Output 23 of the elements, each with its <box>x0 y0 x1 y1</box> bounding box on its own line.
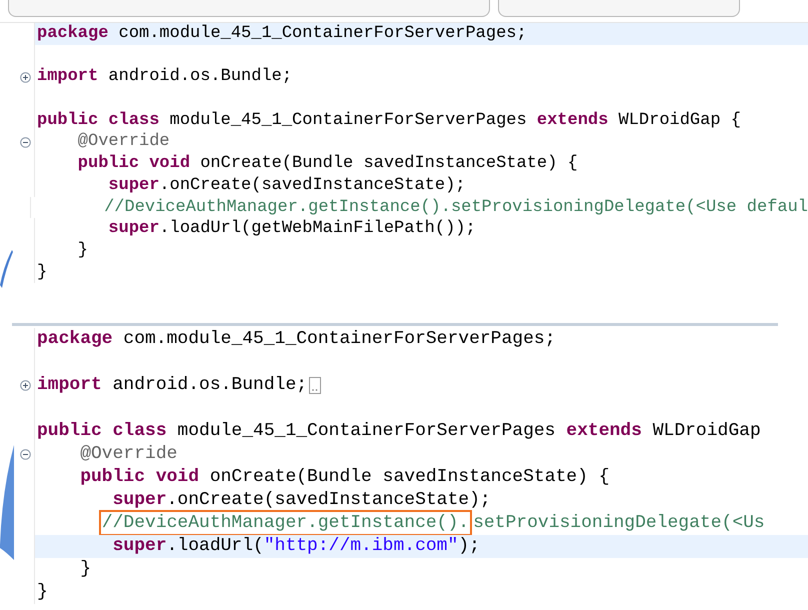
code-line: //DeviceAuthManager.getInstance().setProvisioningDelegate(<Use defaul <box>103 196 808 218</box>
code-line: import android.os.Bundle; <box>35 374 808 398</box>
code-line: public class module_45_1_ContainerForServerPages extends WLDroidGap { <box>36 110 742 132</box>
collapse-icon[interactable] <box>20 449 30 460</box>
code-line: //DeviceAuthManager.getInstance(). setProvisioningDelegate(<Us <box>35 512 808 536</box>
expand-icon[interactable] <box>20 380 30 392</box>
code-line: super.loadUrl(getWebMainFilePath()); <box>107 218 477 240</box>
code-line: public void onCreate(Bundle savedInstanceState) { <box>79 466 610 490</box>
code-line: public void onCreate(Bundle savedInstanceState) { <box>76 153 579 175</box>
code-line: @Override <box>76 131 171 154</box>
expand-icon[interactable] <box>20 72 30 83</box>
code-line: public class module_45_1_ContainerForServerPages extends WLDroidGap <box>36 420 762 444</box>
code-line: } <box>36 262 48 284</box>
code-line: import android.os.Bundle; <box>36 66 294 88</box>
code-line: } <box>76 240 90 262</box>
code-line: } <box>36 581 49 604</box>
code-line: package com.module_45_1_ContainerForServerPages; <box>36 328 556 352</box>
code-line: super.onCreate(savedInstanceState); <box>112 489 492 512</box>
code-line: } <box>79 558 92 582</box>
folded-code-icon[interactable] <box>309 377 322 394</box>
code-line: @Override <box>79 443 178 466</box>
code-line: super.onCreate(savedInstanceState); <box>107 174 466 196</box>
collapse-icon[interactable] <box>20 136 30 148</box>
